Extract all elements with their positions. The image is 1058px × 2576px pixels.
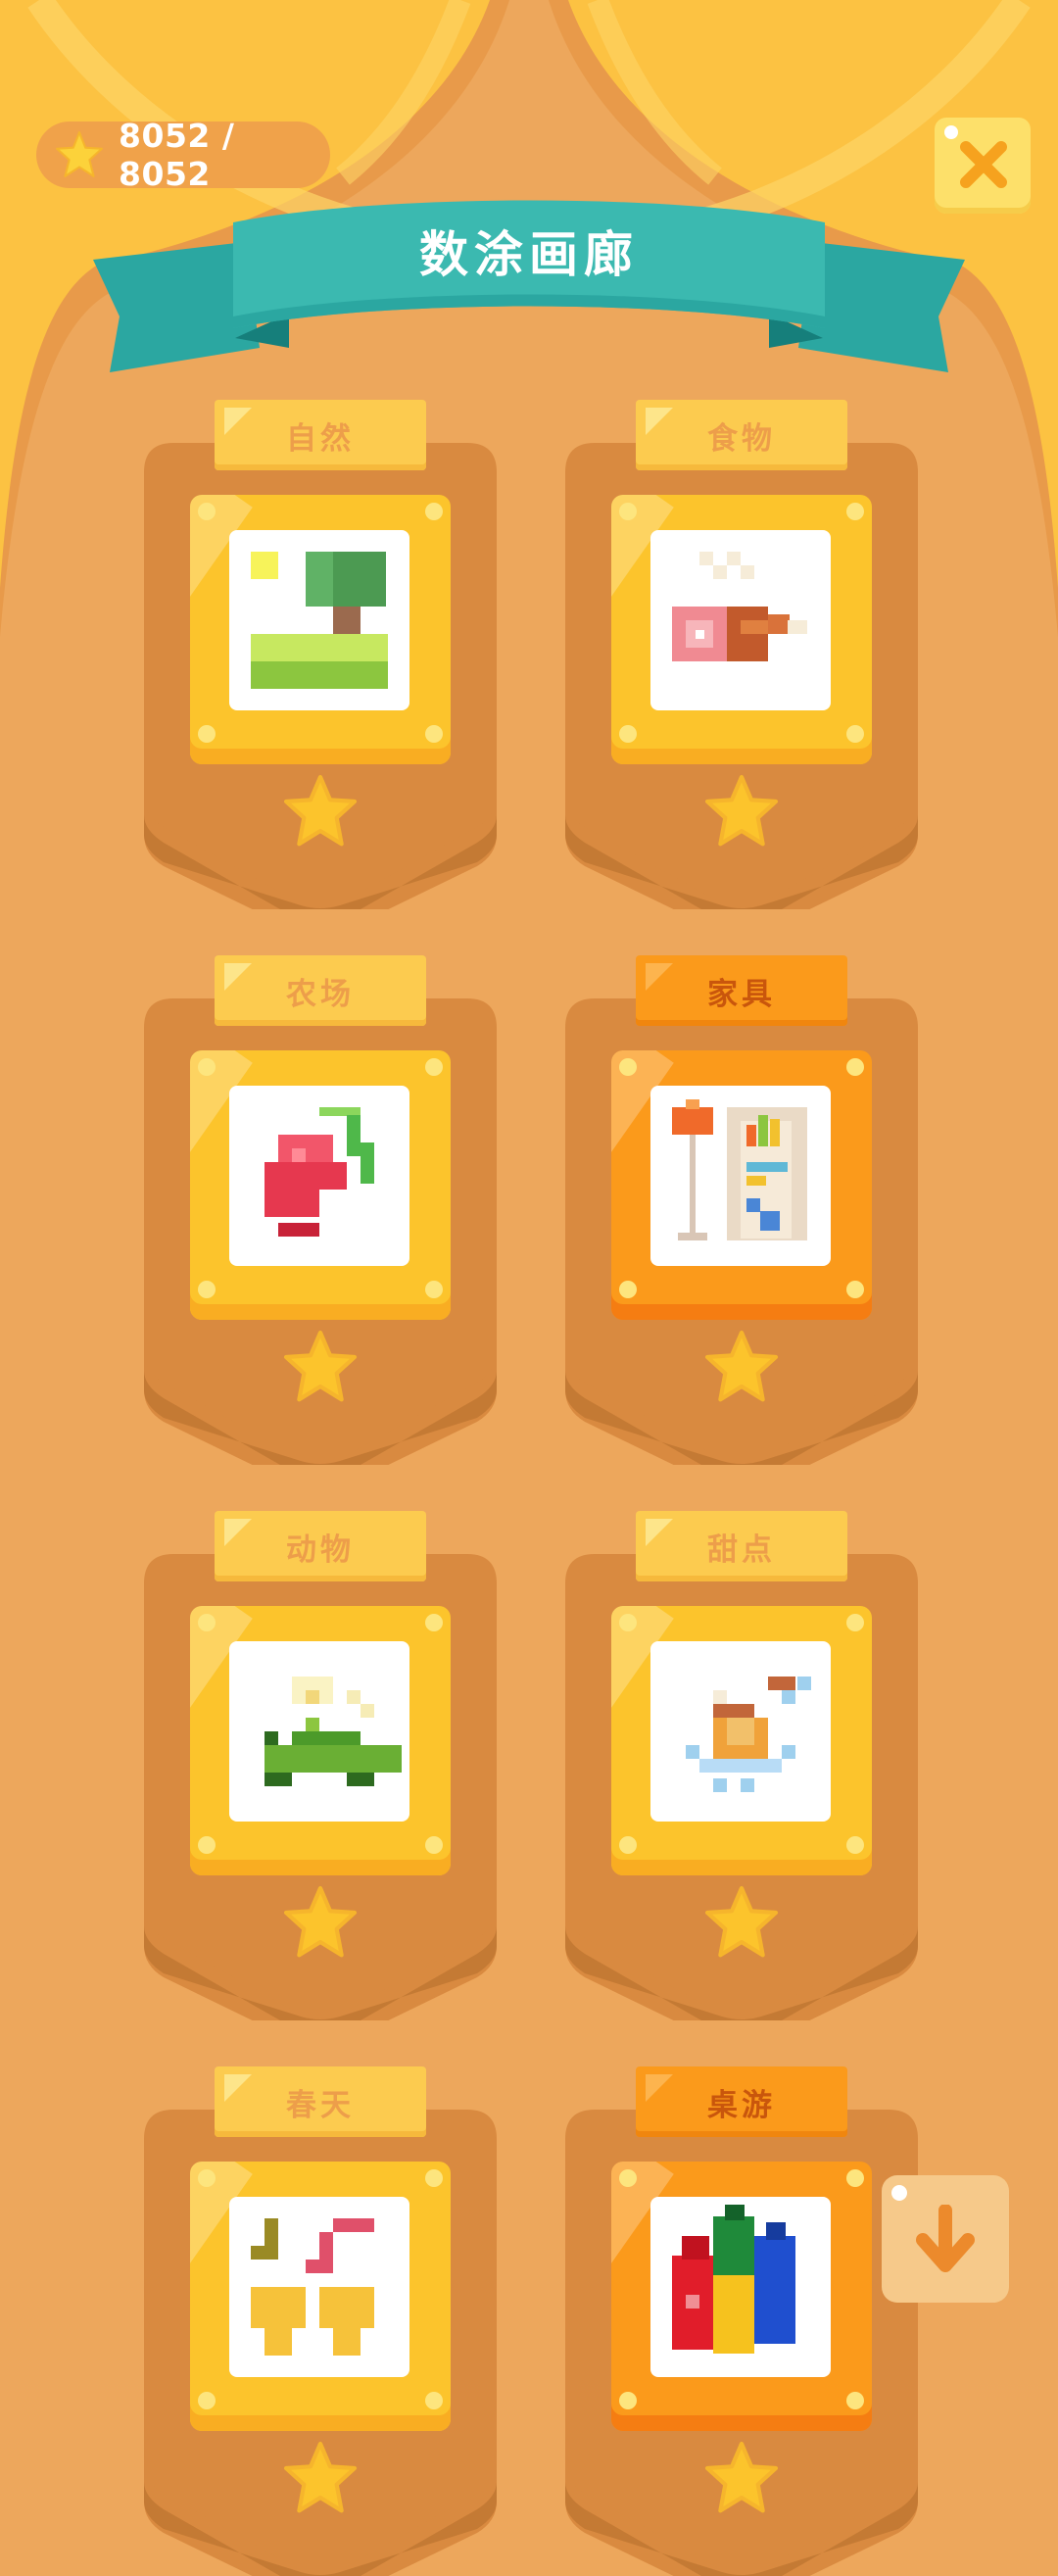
artwork-thumbnail[interactable] xyxy=(650,530,831,710)
artwork-thumbnail[interactable] xyxy=(650,1641,831,1822)
star-icon xyxy=(283,774,358,847)
category-label: 甜点 xyxy=(707,1531,776,1568)
rivet xyxy=(846,1614,864,1631)
artwork-frame[interactable] xyxy=(611,1050,872,1320)
category-label: 春天 xyxy=(286,2087,355,2123)
category-tab: 桌游 xyxy=(636,2066,847,2137)
title-banner: 数涂画廊 xyxy=(88,191,970,377)
rivet xyxy=(619,1836,637,1854)
turtle-pixel-art xyxy=(264,1677,402,1786)
rivet xyxy=(198,1281,216,1298)
rivet xyxy=(425,1281,443,1298)
category-card[interactable]: 家具 xyxy=(565,955,918,1465)
cake-pixel-art xyxy=(686,1677,811,1792)
artwork-frame[interactable] xyxy=(611,495,872,764)
rivet xyxy=(619,725,637,743)
radish-pixel-art xyxy=(264,1107,374,1237)
category-card[interactable]: 食物 xyxy=(565,400,918,909)
category-label: 桌游 xyxy=(707,2087,776,2123)
artwork-frame[interactable] xyxy=(611,1606,872,1875)
category-label: 食物 xyxy=(707,420,776,457)
rivet xyxy=(198,1058,216,1076)
star-icon xyxy=(704,2441,779,2513)
rivet xyxy=(425,725,443,743)
category-card[interactable]: 农场 xyxy=(144,955,497,1465)
rivet xyxy=(425,1614,443,1631)
artwork-thumbnail[interactable] xyxy=(229,1086,409,1266)
rivet xyxy=(846,2169,864,2187)
star-icon xyxy=(283,2441,358,2513)
rivet xyxy=(425,1058,443,1076)
star-score-pill: 8052 / 8052 xyxy=(36,117,330,193)
rivet xyxy=(619,503,637,520)
artwork-thumbnail[interactable] xyxy=(650,1086,831,1266)
star-icon xyxy=(56,131,103,177)
category-tab: 家具 xyxy=(636,955,847,1026)
rivet xyxy=(425,1836,443,1854)
rivet xyxy=(425,2169,443,2187)
category-tab: 食物 xyxy=(636,400,847,470)
star-score-text: 8052 / 8052 xyxy=(119,117,235,193)
artwork-frame[interactable] xyxy=(611,2162,872,2431)
artwork-thumbnail[interactable] xyxy=(229,1641,409,1822)
close-icon xyxy=(960,141,1007,188)
scroll-down-button[interactable] xyxy=(882,2175,1009,2303)
category-tab: 自然 xyxy=(215,400,426,470)
page-title: 数涂画廊 xyxy=(419,226,639,283)
rivet xyxy=(198,1836,216,1854)
rivet xyxy=(846,1058,864,1076)
rivet xyxy=(619,1614,637,1631)
category-tab: 动物 xyxy=(215,1511,426,1581)
artwork-thumbnail[interactable] xyxy=(229,2197,409,2377)
rivet xyxy=(846,503,864,520)
star-icon xyxy=(283,1885,358,1958)
ham-pixel-art xyxy=(672,552,807,661)
rivet xyxy=(198,2392,216,2409)
category-label: 动物 xyxy=(286,1531,355,1568)
category-card[interactable]: 春天 xyxy=(144,2066,497,2576)
landscape-tree-pixel-art xyxy=(251,552,388,689)
category-tab: 农场 xyxy=(215,955,426,1026)
rivet xyxy=(619,2169,637,2187)
rivet xyxy=(198,2169,216,2187)
button-shine xyxy=(891,2185,907,2201)
category-tab: 春天 xyxy=(215,2066,426,2137)
chess-pieces-pixel-art xyxy=(672,2205,795,2354)
rivet xyxy=(846,1836,864,1854)
rivet xyxy=(846,725,864,743)
category-label: 自然 xyxy=(286,420,355,457)
rivet xyxy=(846,2392,864,2409)
shelf-lamp-pixel-art xyxy=(672,1099,807,1240)
rivet xyxy=(425,2392,443,2409)
artwork-frame[interactable] xyxy=(190,2162,451,2431)
rivet xyxy=(846,1281,864,1298)
category-card[interactable]: 动物 xyxy=(144,1511,497,2020)
arrow-down-icon xyxy=(916,2205,975,2272)
star-icon xyxy=(704,774,779,847)
button-shine xyxy=(944,125,958,139)
category-tab: 甜点 xyxy=(636,1511,847,1581)
music-flowers-pixel-art xyxy=(251,2218,374,2356)
artwork-frame[interactable] xyxy=(190,1606,451,1875)
rivet xyxy=(198,725,216,743)
star-icon xyxy=(704,1330,779,1402)
rivet xyxy=(619,2392,637,2409)
artwork-frame[interactable] xyxy=(190,1050,451,1320)
rivet xyxy=(619,1281,637,1298)
rivet xyxy=(425,503,443,520)
rivet xyxy=(198,503,216,520)
category-card[interactable]: 桌游 xyxy=(565,2066,918,2576)
category-card[interactable]: 甜点 xyxy=(565,1511,918,2020)
star-icon xyxy=(704,1885,779,1958)
category-card[interactable]: 自然 xyxy=(144,400,497,909)
rivet xyxy=(619,1058,637,1076)
star-icon xyxy=(283,1330,358,1402)
category-label: 农场 xyxy=(286,976,355,1012)
rivet xyxy=(198,1614,216,1631)
artwork-thumbnail[interactable] xyxy=(229,530,409,710)
artwork-thumbnail[interactable] xyxy=(650,2197,831,2377)
category-label: 家具 xyxy=(707,976,776,1012)
artwork-frame[interactable] xyxy=(190,495,451,764)
